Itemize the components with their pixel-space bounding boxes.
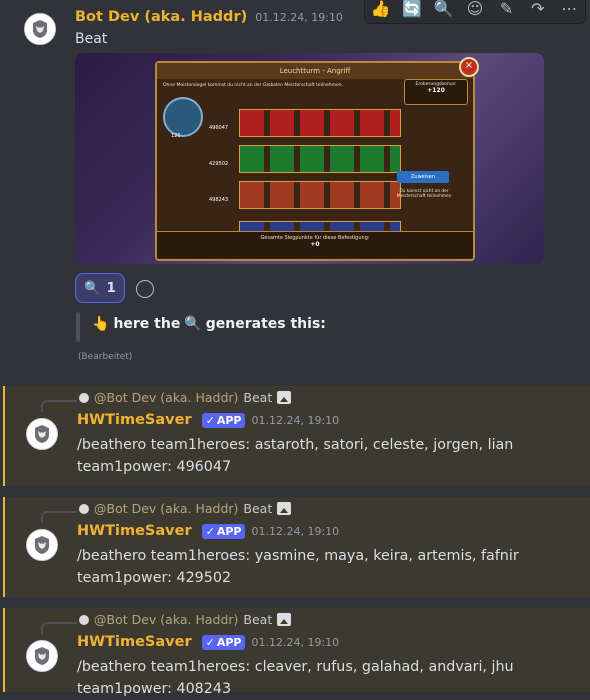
reply-text: Beat — [243, 501, 273, 516]
reply-avatar — [79, 503, 89, 514]
message-timestamp: 01.12.24, 19:10 — [255, 11, 343, 24]
reply-connector — [41, 622, 77, 634]
image-icon — [277, 613, 292, 626]
image-icon — [277, 502, 292, 515]
message-author[interactable]: HWTimeSaver — [77, 634, 192, 650]
reply-connector — [41, 400, 77, 412]
reply-author[interactable]: @Bot Dev (aka. Haddr) — [94, 390, 238, 405]
reply-reference[interactable]: @Bot Dev (aka. Haddr) Beat — [79, 501, 292, 516]
bot-message: @Bot Dev (aka. Haddr) Beat HWTimeSaver ✓… — [3, 386, 590, 486]
thumbs-up-icon[interactable]: 👍 — [370, 0, 392, 19]
game-dialog: Leuchtturm - Angriff Ohne Meistersiegel … — [155, 61, 475, 261]
magnifier-icon: 🔍 — [84, 280, 101, 296]
check-icon: ✓ — [205, 413, 215, 427]
reaction-count: 1 — [106, 280, 116, 296]
reply-avatar — [79, 392, 89, 403]
reply-text: Beat — [243, 390, 273, 405]
message-timestamp: 01.12.24, 19:10 — [251, 413, 340, 427]
side-note: Du kannst nicht an der Meisterschaft tei… — [396, 189, 452, 199]
close-icon: × — [459, 57, 479, 77]
team-power: 429502 — [209, 161, 229, 167]
avatar[interactable] — [24, 13, 56, 45]
assign-button: Zuweisen — [397, 171, 449, 183]
tower-icon — [163, 97, 203, 137]
quote-bar — [76, 312, 80, 342]
reply-text: Beat — [243, 612, 273, 627]
hero-row — [239, 145, 401, 173]
message-author[interactable]: HWTimeSaver — [77, 523, 192, 539]
add-reaction-icon[interactable] — [136, 280, 154, 298]
hero-row — [239, 181, 401, 209]
message-author[interactable]: Bot Dev (aka. Haddr) — [75, 9, 247, 25]
check-icon: ✓ — [205, 635, 215, 649]
repeat-icon[interactable]: 🔄 — [401, 0, 423, 19]
wolf-emblem-icon — [35, 425, 49, 443]
add-reaction-icon[interactable]: ☺ — [464, 0, 486, 19]
message-text: /beathero team1heroes: cleaver, rufus, g… — [77, 659, 514, 697]
reply-author[interactable]: @Bot Dev (aka. Haddr) — [94, 501, 238, 516]
bot-message: @Bot Dev (aka. Haddr) Beat HWTimeSaver ✓… — [3, 497, 590, 597]
dialog-subtitle: Ohne Meistersiegel kommst du nicht an de… — [163, 83, 344, 88]
wolf-emblem-icon — [33, 20, 47, 38]
message-text: /beathero team1heroes: astaroth, satori,… — [77, 437, 514, 475]
message-timestamp: 01.12.24, 19:10 — [251, 635, 340, 649]
message-timestamp: 01.12.24, 19:10 — [251, 524, 340, 538]
app-badge: ✓ APP — [201, 634, 246, 650]
more-icon[interactable]: ⋯ — [558, 0, 580, 19]
app-badge: ✓ APP — [201, 523, 246, 539]
reply-connector — [41, 511, 77, 523]
reply-reference[interactable]: @Bot Dev (aka. Haddr) Beat — [79, 390, 292, 405]
forward-icon[interactable]: ↷ — [527, 0, 549, 19]
wolf-emblem-icon — [35, 536, 49, 554]
toolbar: 👍 🔄 🔍 ☺ ✎ ↷ ⋯ — [364, 0, 586, 24]
image-attachment[interactable]: Leuchtturm - Angriff Ohne Meistersiegel … — [75, 53, 544, 264]
magnifier-icon: 🔍 — [184, 316, 202, 332]
message-text: /beathero team1heroes: yasmine, maya, ke… — [77, 548, 519, 586]
reply-author[interactable]: @Bot Dev (aka. Haddr) — [94, 612, 238, 627]
pointing-hand-icon: 👆 — [92, 316, 110, 332]
reply-reference[interactable]: @Bot Dev (aka. Haddr) Beat — [79, 612, 292, 627]
reply-avatar — [79, 614, 89, 625]
reaction-magnifier[interactable]: 🔍 1 — [75, 273, 125, 303]
avatar[interactable] — [26, 640, 58, 672]
avatar[interactable] — [26, 418, 58, 450]
message-text: Beat — [75, 31, 108, 47]
team-power: 496047 — [209, 125, 229, 131]
magnifier-icon[interactable]: 🔍 — [433, 0, 455, 19]
quote-text: 👆 here the 🔍 generates this: — [92, 316, 326, 332]
edited-label: (Bearbeitet) — [78, 352, 133, 362]
check-icon: ✓ — [205, 524, 215, 538]
hero-row — [239, 109, 401, 137]
wolf-emblem-icon — [35, 647, 49, 665]
avatar[interactable] — [26, 529, 58, 561]
tower-level: 126 — [171, 133, 181, 139]
edit-icon[interactable]: ✎ — [495, 0, 517, 19]
app-badge: ✓ APP — [201, 412, 246, 428]
footer-value: +0 — [310, 241, 320, 248]
bonus-value: +120 — [427, 87, 445, 94]
team-power: 498243 — [209, 197, 229, 203]
message-author[interactable]: HWTimeSaver — [77, 412, 192, 428]
dialog-title: Leuchtturm - Angriff — [157, 63, 473, 79]
image-icon — [277, 391, 292, 404]
bot-message: @Bot Dev (aka. Haddr) Beat HWTimeSaver ✓… — [3, 608, 590, 697]
